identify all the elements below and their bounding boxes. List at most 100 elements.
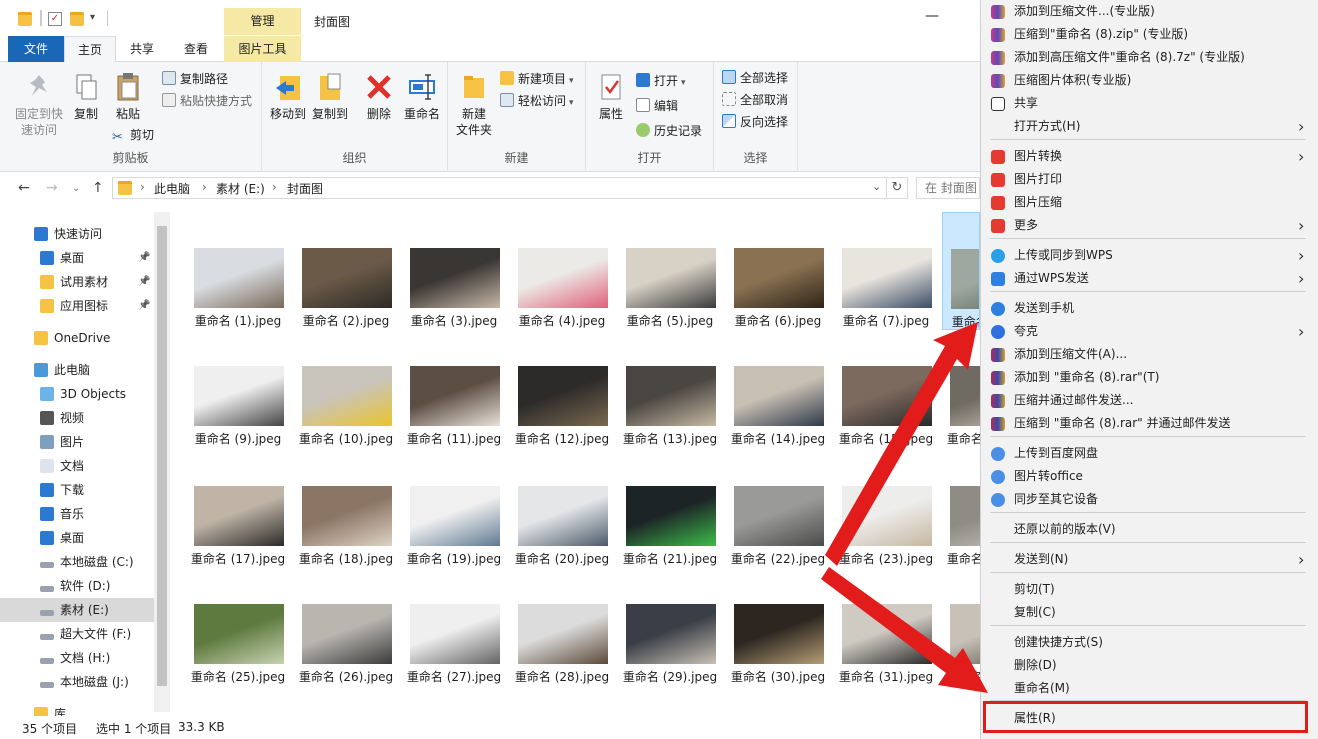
sidebar-item[interactable]: 视频	[0, 406, 154, 430]
menu-item[interactable]: 上传到百度网盘	[988, 442, 1308, 465]
sidebar-item[interactable]: 桌面	[0, 526, 154, 550]
menu-item[interactable]: 压缩到"重命名 (8).zip" (专业版)	[988, 23, 1308, 46]
file-item[interactable]: 重命名 (28).jpeg	[510, 604, 614, 712]
file-item[interactable]: 重命名 (23).jpeg	[834, 486, 938, 594]
sidebar-scrollbar-thumb[interactable]	[157, 226, 167, 686]
file-item[interactable]: 重命名 (7).jpeg	[834, 248, 938, 356]
menu-item[interactable]: 创建快捷方式(S)	[988, 631, 1308, 654]
menu-item[interactable]: 压缩图片体积(专业版)	[988, 69, 1308, 92]
recent-locations-chevron-icon[interactable]: ⌄	[72, 183, 80, 194]
new-folder-button[interactable]: 新建 文件夹	[452, 72, 496, 138]
menu-item[interactable]: 上传或同步到WPS ›	[988, 244, 1308, 267]
menu-item[interactable]: 添加到 "重命名 (8).rar"(T)	[988, 366, 1308, 389]
file-item[interactable]: 重命名 (9).jpeg	[186, 366, 290, 474]
paste-button[interactable]: 粘贴	[108, 72, 148, 122]
tab-picture-tools[interactable]: 图片工具	[224, 36, 301, 62]
copy-button[interactable]: 复制	[68, 72, 104, 122]
sidebar-item[interactable]: 图片	[0, 430, 154, 454]
paste-shortcut-button[interactable]: 粘贴快捷方式	[162, 93, 252, 109]
open-button[interactable]: 打开 ▾	[636, 73, 686, 91]
address-dropdown-icon[interactable]: ⌄	[872, 180, 881, 193]
file-item[interactable]: 重命名 (13).jpeg	[618, 366, 722, 474]
history-button[interactable]: 历史记录	[636, 123, 702, 139]
sidebar-item[interactable]: 快速访问	[0, 222, 154, 246]
menu-item[interactable]: 同步至其它设备	[988, 488, 1308, 511]
tab-home[interactable]: 主页	[64, 36, 116, 63]
file-item[interactable]: 重命名 (17).jpeg	[186, 486, 290, 594]
breadcrumb-chevron-icon[interactable]: ›	[202, 180, 207, 194]
sidebar-item[interactable]: 下载	[0, 478, 154, 502]
file-item[interactable]: 重命名 (19).jpeg	[402, 486, 506, 594]
file-item[interactable]: 重命名 (22).jpeg	[726, 486, 830, 594]
file-item[interactable]: 重命名 (32).jpeg	[942, 604, 980, 712]
search-input[interactable]: 在 封面图	[916, 177, 980, 199]
file-item[interactable]: 重命名 (24).jpeg	[942, 486, 980, 594]
properties-button[interactable]: 属性	[592, 72, 630, 122]
sidebar-item[interactable]: 库	[0, 702, 154, 716]
breadcrumb-chevron-icon[interactable]: ›	[272, 180, 277, 194]
pin-icon[interactable]: 📌	[138, 270, 150, 294]
breadcrumb-current-folder[interactable]: 封面图	[287, 180, 323, 197]
sidebar-item[interactable]: 试用素材 📌	[0, 270, 154, 294]
properties-check-icon[interactable]: ✓	[48, 12, 62, 26]
file-item[interactable]: 重命名 (3).jpeg	[402, 248, 506, 356]
invert-selection-button[interactable]: 反向选择	[722, 114, 788, 130]
file-item[interactable]: 重命名 (15).jpeg	[834, 366, 938, 474]
up-arrow-icon[interactable]: ↑	[92, 180, 104, 196]
menu-item[interactable]: 图片转换 ›	[988, 145, 1308, 168]
breadcrumb-chevron-icon[interactable]: ›	[140, 180, 145, 194]
minimize-button[interactable]: —	[925, 8, 939, 24]
sidebar-item[interactable]: 此电脑	[0, 358, 154, 382]
manage-tab[interactable]: 管理	[224, 8, 301, 35]
file-item[interactable]: 重命名 (6).jpeg	[726, 248, 830, 356]
new-folder-icon[interactable]	[70, 12, 84, 26]
back-arrow-icon[interactable]: ←	[18, 180, 30, 196]
copy-path-button[interactable]: 复制路径	[162, 71, 228, 87]
sidebar-item[interactable]: 桌面 📌	[0, 246, 154, 270]
file-item[interactable]: 重命名 (27).jpeg	[402, 604, 506, 712]
file-item[interactable]: 重命名 (12).jpeg	[510, 366, 614, 474]
file-item[interactable]: 重命名 (25).jpeg	[186, 604, 290, 712]
menu-item[interactable]: 共享	[988, 92, 1308, 115]
file-item[interactable]: 重命名 (20).jpeg	[510, 486, 614, 594]
file-item[interactable]: 重命名 (2).jpeg	[294, 248, 398, 356]
select-all-button[interactable]: 全部选择	[722, 70, 788, 86]
pin-quick-access-button[interactable]: 固定到快 速访问	[10, 72, 68, 138]
new-item-button[interactable]: 新建项目 ▾	[500, 71, 574, 89]
menu-item[interactable]: 添加到高压缩文件"重命名 (8).7z" (专业版)	[988, 46, 1308, 69]
menu-item[interactable]: 发送到(N) ›	[988, 548, 1308, 571]
move-to-button[interactable]: 移动到	[266, 72, 310, 122]
sidebar-item[interactable]: 音乐	[0, 502, 154, 526]
sidebar-item[interactable]: 应用图标 📌	[0, 294, 154, 318]
sidebar-item[interactable]: 文档 (H:)	[0, 646, 154, 670]
chevron-down-icon[interactable]: ▾	[90, 12, 104, 26]
file-item[interactable]: 重命名 (14).jpeg	[726, 366, 830, 474]
menu-item[interactable]: 添加到压缩文件(A)...	[988, 343, 1308, 366]
file-item[interactable]: 重命名 (4).jpeg	[510, 248, 614, 356]
file-item[interactable]: 重命名 (21).jpeg	[618, 486, 722, 594]
menu-item[interactable]: 通过WPS发送 ›	[988, 267, 1308, 290]
sidebar-item[interactable]: 软件 (D:)	[0, 574, 154, 598]
sidebar-item[interactable]: 素材 (E:)	[0, 598, 154, 622]
file-item[interactable]: 重命名 (8).jpeg	[942, 212, 980, 330]
file-item[interactable]: 重命名 (10).jpeg	[294, 366, 398, 474]
sidebar-item[interactable]: 文档	[0, 454, 154, 478]
breadcrumb-this-pc[interactable]: 此电脑	[154, 180, 190, 197]
pin-icon[interactable]: 📌	[138, 246, 150, 270]
menu-item[interactable]: 图片打印	[988, 168, 1308, 191]
file-item[interactable]: 重命名 (5).jpeg	[618, 248, 722, 356]
file-item[interactable]: 重命名 (31).jpeg	[834, 604, 938, 712]
tab-share[interactable]: 共享	[118, 36, 166, 62]
menu-item[interactable]: 添加到压缩文件...(专业版)	[988, 0, 1308, 23]
file-item[interactable]: 重命名 (16).jpeg	[942, 366, 980, 474]
menu-item[interactable]: 打开方式(H) ›	[988, 115, 1308, 138]
easy-access-button[interactable]: 轻松访问 ▾	[500, 93, 574, 111]
tab-view[interactable]: 查看	[170, 36, 222, 62]
sidebar-item[interactable]: OneDrive	[0, 326, 154, 350]
menu-item[interactable]: 重命名(M)	[988, 677, 1308, 700]
pin-icon[interactable]: 📌	[138, 294, 150, 318]
menu-item[interactable]: 删除(D)	[988, 654, 1308, 677]
menu-item[interactable]: 还原以前的版本(V)	[988, 518, 1308, 541]
cut-button[interactable]: ✂ 剪切	[112, 127, 154, 145]
file-item[interactable]: 重命名 (26).jpeg	[294, 604, 398, 712]
